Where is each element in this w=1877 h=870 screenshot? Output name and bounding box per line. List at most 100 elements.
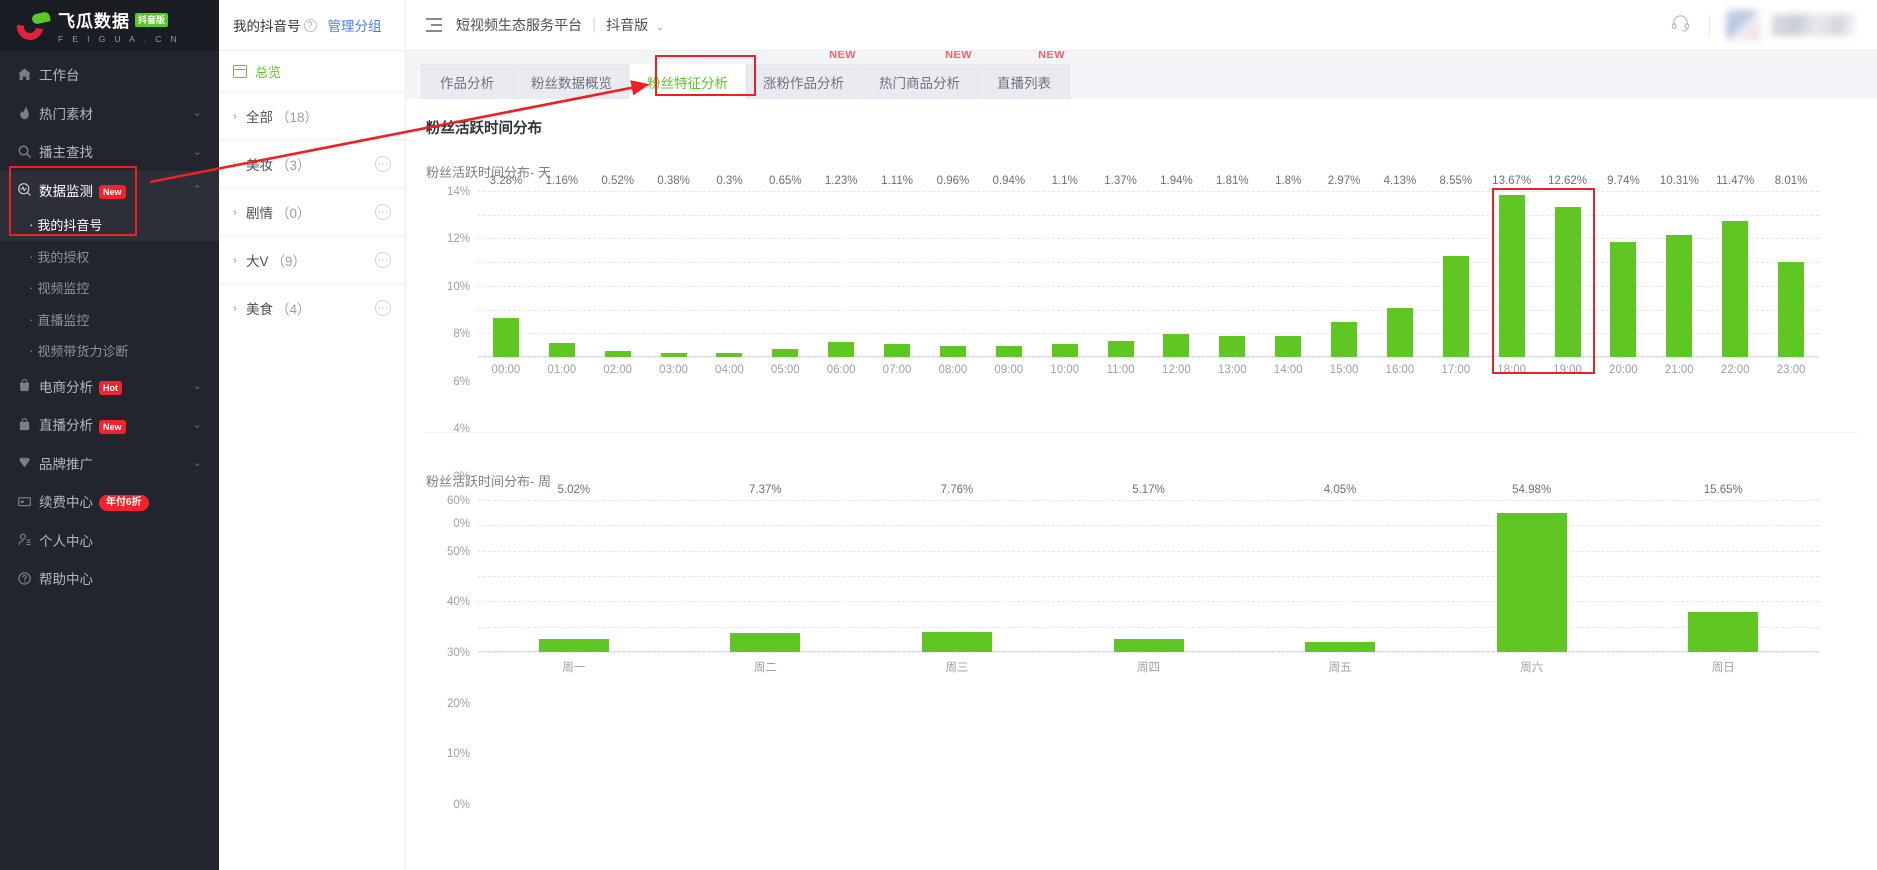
- chart-bar[interactable]: 15.65%: [1688, 484, 1759, 652]
- chart-bar[interactable]: 5.02%: [538, 484, 609, 652]
- chart-bar[interactable]: 13.67%: [1492, 175, 1531, 357]
- chart-bar-slot: 4.13%: [1372, 175, 1428, 357]
- sidebar-item-help-center[interactable]: 帮助中心: [0, 559, 219, 598]
- chart-bar[interactable]: 1.94%: [1160, 175, 1193, 357]
- username-masked[interactable]: [1771, 14, 1855, 36]
- tab-hot-products[interactable]: NEW 热门商品分析: [862, 51, 977, 99]
- sidebar-label-text: 续费中心: [39, 495, 93, 511]
- chart-bar[interactable]: 5.17%: [1113, 484, 1184, 652]
- chart-x-tick-label: 09:00: [994, 364, 1024, 376]
- chart-bar[interactable]: 1.16%: [546, 175, 578, 357]
- group-row-dav[interactable]: › 大V （9） ···: [219, 235, 405, 283]
- group-more-icon[interactable]: ···: [375, 251, 391, 268]
- group-more-icon[interactable]: ···: [375, 299, 391, 316]
- chart-bar-value-label: 0.96%: [936, 175, 970, 187]
- sidebar-item-hot-material[interactable]: 热门素材 ⌄: [0, 94, 219, 133]
- new-badge: NEW: [945, 51, 972, 61]
- sidebar-label: 数据监测 New: [39, 180, 193, 200]
- sidebar-subitem-my-douyin[interactable]: · 我的抖音号: [0, 209, 219, 241]
- sidebar-subitem-live-monitor[interactable]: · 直播监控: [0, 304, 219, 336]
- group-row-meizhuang[interactable]: › 美妆 （3） ···: [219, 139, 405, 187]
- tab-fans-growth-works[interactable]: NEW 涨粉作品分析: [746, 51, 861, 99]
- chart-bar[interactable]: 0.65%: [769, 175, 802, 357]
- group-row-all[interactable]: › 全部 （18）: [219, 91, 405, 139]
- manage-groups-link[interactable]: 管理分组: [328, 15, 382, 35]
- group-name: 美妆: [246, 157, 273, 173]
- chart-bar[interactable]: 11.47%: [1716, 175, 1754, 357]
- chart-bar[interactable]: 12.62%: [1548, 175, 1587, 357]
- chart-bar[interactable]: 1.37%: [1104, 175, 1137, 357]
- group-row-meishi[interactable]: › 美食 （4） ···: [219, 283, 405, 331]
- sidebar-subitem-video-monitor[interactable]: · 视频监控: [0, 272, 219, 304]
- chart-bar[interactable]: 1.23%: [825, 175, 857, 357]
- chart-bar[interactable]: 0.94%: [993, 175, 1025, 357]
- chart-x-tick-label: 17:00: [1441, 364, 1471, 376]
- sidebar-sublabel: 视频带货力诊断: [37, 344, 129, 360]
- chart-bar[interactable]: 10.31%: [1660, 175, 1699, 357]
- chart-bar[interactable]: 0.96%: [937, 175, 969, 357]
- chart-bar[interactable]: 1.11%: [881, 175, 913, 357]
- sidebar-subitem-my-auth[interactable]: · 我的授权: [0, 241, 219, 273]
- chart-bar[interactable]: 7.37%: [730, 484, 801, 652]
- group-more-icon[interactable]: ···: [375, 155, 391, 172]
- chevron-right-icon: ›: [233, 300, 237, 315]
- fans-active-time-panel: 粉丝活跃时间分布 粉丝活跃时间分布- 天 0% 2% 4% 6% 8% 10% 12% 14%…: [406, 99, 1877, 870]
- chart-x-tick-label: 周四: [1137, 662, 1161, 674]
- chart-bar-slot: 0.96%: [925, 175, 981, 357]
- chart-bar[interactable]: 8.55%: [1440, 175, 1472, 357]
- collapse-menu-icon[interactable]: [426, 18, 442, 32]
- sidebar-item-brand-promotion[interactable]: 品牌推广 ⌄: [0, 444, 219, 483]
- sidebar-item-workbench[interactable]: 工作台: [0, 55, 219, 94]
- chart-bar[interactable]: 2.97%: [1328, 175, 1360, 357]
- chart-bar[interactable]: 1.8%: [1275, 175, 1301, 357]
- chart-bar-value-label: 0.3%: [716, 175, 743, 187]
- chart-bar[interactable]: 1.1%: [1052, 175, 1078, 357]
- overview-icon: [233, 64, 247, 78]
- help-icon[interactable]: ?: [303, 18, 317, 32]
- chart-bar[interactable]: 8.01%: [1775, 175, 1807, 357]
- tab-works-analysis[interactable]: 作品分析: [421, 64, 513, 99]
- chart-bar[interactable]: 7.76%: [921, 484, 992, 652]
- sidebar-subitem-video-sales-diagnosis[interactable]: · 视频带货力诊断: [0, 335, 219, 367]
- chart-x-tick-label: 15:00: [1329, 364, 1359, 376]
- group-row-juqing[interactable]: › 剧情 （0） ···: [219, 187, 405, 235]
- sidebar-item-creator-search[interactable]: 播主查找 ⌄: [0, 132, 219, 171]
- chart-x-tick-label: 13:00: [1217, 364, 1247, 376]
- chart-bar-value-label: 7.76%: [940, 484, 974, 496]
- group-overview-row[interactable]: 总览: [219, 51, 405, 91]
- chart-x-tick-label: 04:00: [715, 364, 744, 376]
- chevron-right-icon: ›: [233, 156, 237, 171]
- group-more-icon[interactable]: ···: [375, 203, 391, 220]
- sidebar-item-data-monitor[interactable]: 数据监测 New ⌃: [0, 170, 219, 209]
- tab-fans-overview[interactable]: 粉丝数据概览: [514, 64, 629, 99]
- chart-bar-slot: 0.38%: [646, 175, 702, 357]
- chart-bar[interactable]: 54.98%: [1496, 484, 1567, 652]
- chart-bar-slot: 12.62%: [1540, 175, 1596, 357]
- version-selector[interactable]: 抖音版 ⌄: [606, 15, 664, 35]
- avatar[interactable]: [1726, 10, 1760, 40]
- chart-bars: 3.28% 1.16% 0.52% 0.38% 0.3% 0.65% 1.23% 1.11% 0…: [478, 175, 1819, 357]
- chart-bar[interactable]: 4.05%: [1305, 484, 1376, 652]
- chart-bar[interactable]: 3.28%: [490, 175, 522, 357]
- tab-live-list[interactable]: NEW 直播列表: [978, 51, 1070, 99]
- brand-logo[interactable]: 飞瓜数据 抖音版 F E I G U A . C N: [0, 0, 219, 51]
- sidebar-item-personal-center[interactable]: 个人中心: [0, 521, 219, 560]
- headset-icon[interactable]: [1670, 12, 1691, 38]
- sidebar-label: 热门素材: [39, 106, 93, 122]
- sidebar-item-live-analysis[interactable]: 直播分析 New ⌄: [0, 405, 219, 444]
- sidebar-label: 工作台: [39, 68, 80, 84]
- sidebar-label-text: 电商分析: [39, 379, 93, 395]
- sidebar-item-renewal-center[interactable]: 续费中心 年付6折: [0, 482, 219, 521]
- chart-bar[interactable]: 0.38%: [657, 175, 690, 357]
- tab-label: 直播列表: [997, 76, 1051, 91]
- badge-new: New: [99, 419, 126, 434]
- sidebar-item-ecommerce-analysis[interactable]: 电商分析 Hot ⌄: [0, 367, 219, 406]
- chart-bar[interactable]: 9.74%: [1607, 175, 1640, 357]
- chart-bar[interactable]: 0.3%: [716, 175, 743, 357]
- tab-fans-feature-analysis[interactable]: 粉丝特征分析: [630, 64, 745, 99]
- chart-bar[interactable]: 0.52%: [601, 175, 634, 357]
- chart-bar-slot: 2.97%: [1316, 175, 1372, 357]
- chart-bar[interactable]: 1.81%: [1216, 175, 1249, 357]
- chart-bar[interactable]: 4.13%: [1384, 175, 1416, 357]
- topbar-vertical-divider: [1709, 15, 1710, 35]
